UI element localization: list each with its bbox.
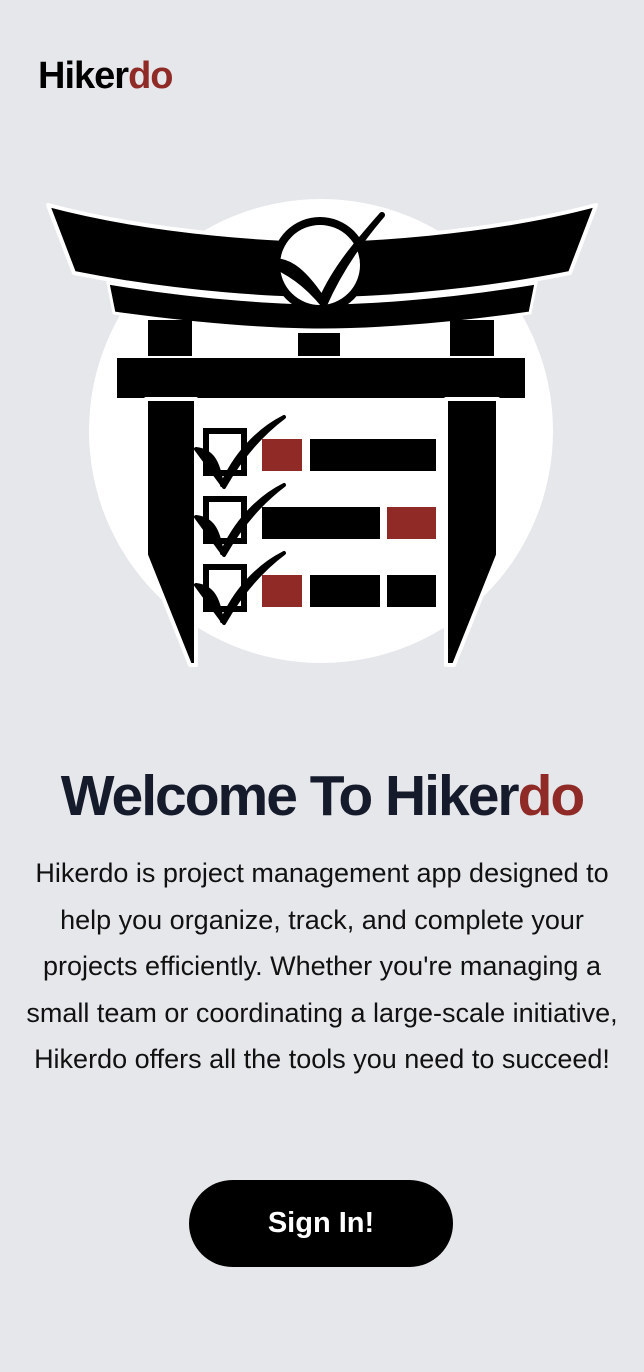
torii-checklist-illustration-icon	[40, 195, 604, 675]
gate-post-left-upper	[148, 320, 192, 358]
gate-post-right-upper	[450, 320, 494, 358]
page-title-accent: do	[517, 764, 586, 828]
hikerdo-logo[interactable]: Hikerdo	[38, 52, 174, 100]
gate-pillar-left	[144, 397, 198, 667]
sign-in-button[interactable]: Sign In!	[189, 1180, 453, 1267]
page-title: Welcome To Hikerdo	[0, 760, 644, 832]
app-description: Hikerdo is project management app design…	[26, 858, 618, 1074]
gate-tie-beam	[115, 356, 527, 400]
gate-pillar-right	[444, 397, 500, 667]
page-title-main: Welcome To Hiker	[60, 764, 520, 828]
gate-post-center-upper	[298, 333, 340, 358]
logo-text-main: Hiker	[38, 55, 129, 97]
logo-text-accent: do	[128, 55, 173, 97]
